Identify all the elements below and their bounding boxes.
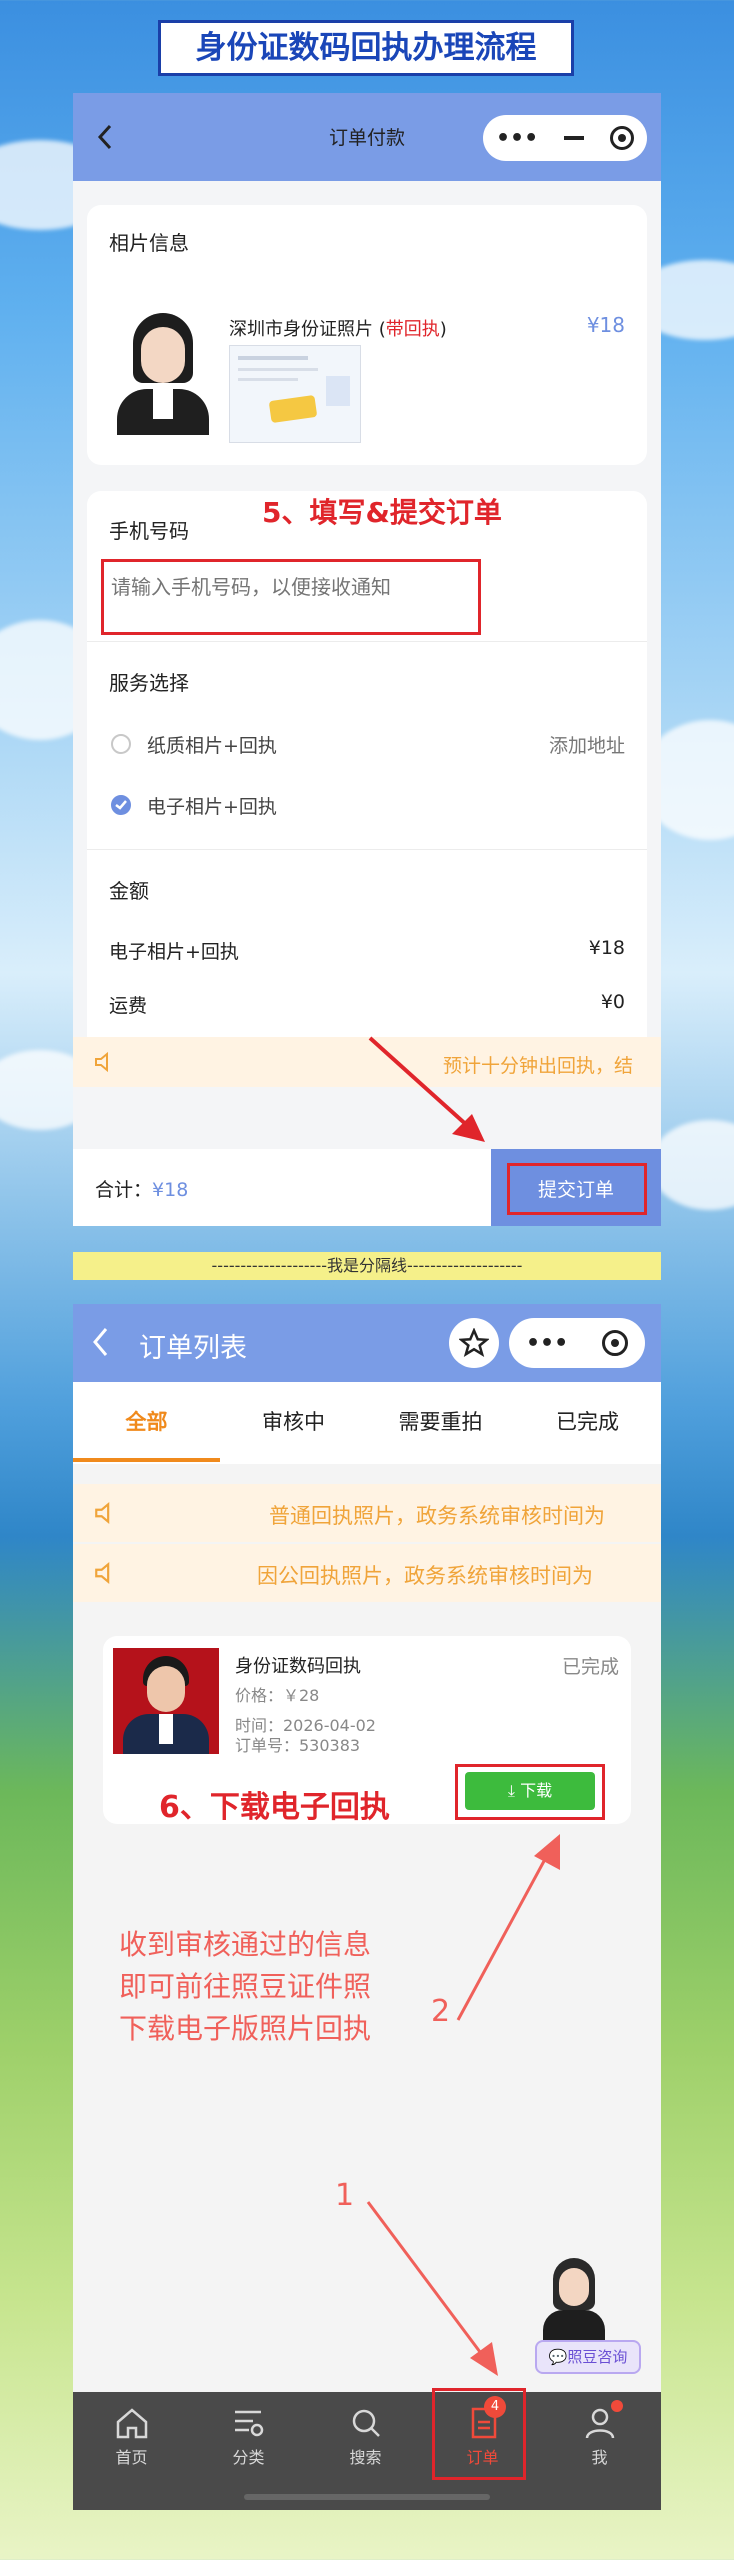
favorite-button[interactable] xyxy=(449,1318,499,1368)
pointer-arrow-1 xyxy=(366,2201,498,2376)
download-icon: ⤓ xyxy=(507,1781,521,1800)
radio-paper-option[interactable] xyxy=(111,734,131,754)
order-price: 价格：￥28 xyxy=(235,1686,320,1705)
chat-icon: 💬 xyxy=(548,2348,568,2366)
marker-2: 2 xyxy=(431,1994,451,2029)
page-title: 订单列表 xyxy=(139,1333,247,1364)
home-indicator xyxy=(244,2494,490,2500)
total-amount: 合计：¥18 xyxy=(95,1179,189,1201)
pointer-arrow xyxy=(368,1036,485,1142)
category-icon xyxy=(234,2410,263,2437)
tab-completed[interactable]: 已完成 xyxy=(514,1406,661,1436)
phone-input-highlight xyxy=(101,559,481,635)
photo-info-header: 相片信息 xyxy=(109,231,189,255)
tab-all[interactable]: 全部 xyxy=(73,1406,220,1436)
submit-order-button[interactable]: 提交订单 xyxy=(491,1149,661,1226)
tabbar-home[interactable]: 首页 xyxy=(73,2392,190,2502)
tab-reviewing[interactable]: 审核中 xyxy=(220,1406,367,1436)
order-status: 已完成 xyxy=(561,1656,619,1678)
shipping-row-name: 运费 xyxy=(109,995,148,1017)
tabbar-orders[interactable]: 订单 4 xyxy=(424,2388,541,2502)
speaker-icon xyxy=(95,1562,110,1584)
step6-annotation: 6、下载电子回执 xyxy=(159,1790,390,1825)
tabbar-category[interactable]: 分类 xyxy=(190,2392,307,2502)
order-title: 身份证数码回执 xyxy=(235,1656,361,1677)
radio-electronic-option[interactable] xyxy=(111,795,131,815)
close-target-icon[interactable] xyxy=(602,1330,629,1356)
profile-dot xyxy=(611,2400,623,2412)
notice-regular: 普通回执照片，政务系统审核时间为 xyxy=(73,1484,661,1542)
download-button[interactable]: ⤓ 下载 xyxy=(465,1772,595,1810)
step5-annotation: 5、填写&提交订单 xyxy=(262,496,502,529)
id-photo-thumbnail xyxy=(109,307,217,435)
paper-option-label[interactable]: 纸质相片+回执 xyxy=(147,731,277,758)
speaker-icon xyxy=(95,1502,110,1524)
minimize-icon[interactable] xyxy=(564,136,585,140)
close-target-icon[interactable] xyxy=(610,126,635,150)
bottom-tabbar: 首页 分类 搜索 订单 4 我 xyxy=(73,2388,661,2510)
order-number: 订单号：530383 xyxy=(235,1736,361,1755)
amount-row-name: 电子相片+回执 xyxy=(109,941,239,963)
consult-button[interactable]: 💬照豆咨询 xyxy=(535,2340,641,2374)
mini-program-capsule: ••• xyxy=(483,115,647,161)
product-price: ¥18 xyxy=(586,313,625,337)
consult-avatar[interactable] xyxy=(539,2258,609,2348)
pointer-arrow-2 xyxy=(456,1834,560,2021)
notice-official: 因公回执照片，政务系统审核时间为 xyxy=(73,1544,661,1602)
star-icon xyxy=(459,1328,489,1358)
tab-retake[interactable]: 需要重拍 xyxy=(367,1406,514,1436)
add-address-link[interactable]: 添加地址 xyxy=(549,731,625,758)
order-form-card: 手机号码 5、填写&提交订单 服务选择 纸质相片+回执 添加地址 电子相片+回执… xyxy=(87,491,647,1037)
profile-icon xyxy=(585,2408,614,2439)
receipt-sample-image xyxy=(229,345,361,443)
status-tabs: 全部 审核中 需要重拍 已完成 xyxy=(73,1382,661,1464)
amount-row-value: ¥18 xyxy=(588,937,625,959)
separator: --------------------我是分隔线---------------… xyxy=(73,1252,661,1280)
tab-active-underline xyxy=(73,1458,220,1462)
back-arrow-icon[interactable] xyxy=(91,1326,111,1358)
phone-label: 手机号码 xyxy=(109,519,189,543)
instruction-text: 收到审核通过的信息 即可前往照豆证件照 下载电子版照片回执 xyxy=(119,1928,372,2045)
more-dots-icon[interactable]: ••• xyxy=(526,1331,568,1356)
orders-tab-highlight xyxy=(432,2388,526,2480)
home-icon xyxy=(116,2408,147,2439)
search-icon xyxy=(352,2409,380,2437)
marker-1: 1 xyxy=(335,2178,355,2213)
tabbar-profile[interactable]: 我 xyxy=(541,2392,658,2502)
photo-info-card: 相片信息 深圳市身份证照片 (带回执) ¥18 xyxy=(87,205,647,465)
service-label: 服务选择 xyxy=(109,671,189,695)
order-photo xyxy=(113,1648,219,1754)
tabbar-search[interactable]: 搜索 xyxy=(307,2392,424,2502)
page-banner: 身份证数码回执办理流程 xyxy=(158,20,574,76)
speaker-icon xyxy=(95,1051,108,1073)
amount-label: 金额 xyxy=(109,879,149,903)
electronic-option-label[interactable]: 电子相片+回执 xyxy=(147,792,277,819)
shipping-row-value: ¥0 xyxy=(600,991,625,1013)
navbar: 订单列表 ••• xyxy=(73,1304,661,1382)
mini-program-capsule: ••• xyxy=(509,1318,645,1368)
more-dots-icon[interactable]: ••• xyxy=(496,126,538,151)
navbar: 订单付款 ••• xyxy=(73,93,661,181)
product-name: 深圳市身份证照片 (带回执) xyxy=(229,319,447,340)
footer-bar: 合计：¥18 提交订单 xyxy=(73,1149,661,1226)
